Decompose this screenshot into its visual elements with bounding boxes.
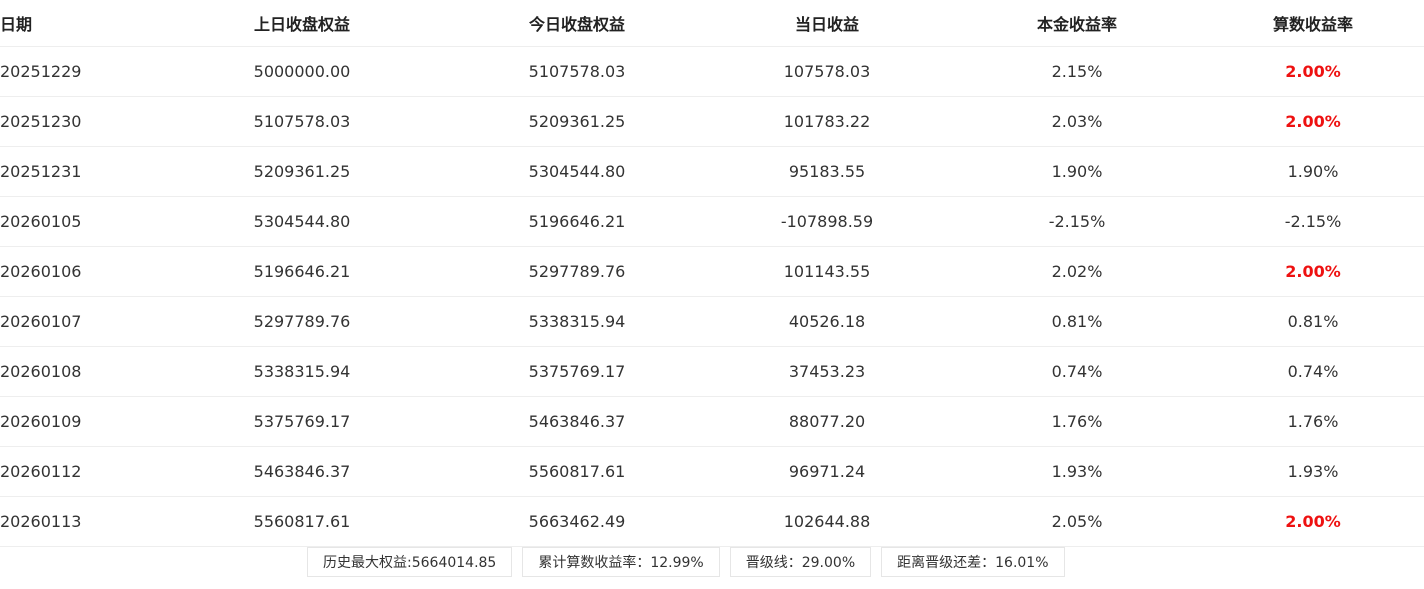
pnl-panel: 日期 上日收盘权益 今日收盘权益 当日收益 本金收益率 算数收益率 202512… [0, 0, 1424, 577]
cell-date: 20260109 [0, 396, 152, 447]
cell-count-rate: 1.76% [1202, 396, 1424, 447]
cell-daily-profit: 95183.55 [702, 146, 952, 197]
table-body: 20251229 5000000.00 5107578.03 107578.03 2.1… [0, 46, 1424, 547]
cell-principal-rate: 1.90% [952, 146, 1202, 197]
cell-daily-profit: 37453.23 [702, 346, 952, 397]
cell-principal-rate: 0.81% [952, 296, 1202, 347]
cell-count-rate: 2.00% [1202, 96, 1424, 147]
cell-principal-rate: 2.15% [952, 46, 1202, 97]
cell-count-rate: 0.81% [1202, 296, 1424, 347]
column-header-date: 日期 [0, 0, 152, 47]
table-header-row: 日期 上日收盘权益 今日收盘权益 当日收益 本金收益率 算数收益率 [0, 0, 1424, 47]
cell-prev-equity: 5463846.37 [152, 446, 452, 497]
table-row: 20260105 5304544.80 5196646.21 -107898.59 -2… [0, 196, 1424, 247]
cell-date: 20251230 [0, 96, 152, 147]
cell-today-equity: 5297789.76 [452, 246, 702, 297]
cell-principal-rate: 2.05% [952, 496, 1202, 547]
table-row: 20260112 5463846.37 5560817.61 96971.24 1.93… [0, 446, 1424, 497]
cell-count-rate: -2.15% [1202, 196, 1424, 247]
table-row: 20260108 5338315.94 5375769.17 37453.23 0.74… [0, 346, 1424, 397]
cell-count-rate: 2.00% [1202, 246, 1424, 297]
cell-daily-profit: 40526.18 [702, 296, 952, 347]
gap-to-promotion-chip: 距离晋级还差：16.01% [881, 547, 1065, 577]
cell-count-rate: 1.93% [1202, 446, 1424, 497]
cell-date: 20260106 [0, 246, 152, 297]
cell-today-equity: 5463846.37 [452, 396, 702, 447]
cell-prev-equity: 5338315.94 [152, 346, 452, 397]
cell-principal-rate: -2.15% [952, 196, 1202, 247]
column-header-count-rate: 算数收益率 [1202, 0, 1424, 47]
cell-principal-rate: 1.76% [952, 396, 1202, 447]
cell-today-equity: 5304544.80 [452, 146, 702, 197]
table-row: 20251230 5107578.03 5209361.25 101783.22 2.0… [0, 96, 1424, 147]
cell-today-equity: 5663462.49 [452, 496, 702, 547]
cell-daily-profit: 101783.22 [702, 96, 952, 147]
cell-prev-equity: 5209361.25 [152, 146, 452, 197]
cell-prev-equity: 5560817.61 [152, 496, 452, 547]
cell-daily-profit: 96971.24 [702, 446, 952, 497]
cell-daily-profit: 88077.20 [702, 396, 952, 447]
max-equity-chip: 历史最大权益:5664014.85 [307, 547, 513, 577]
cell-daily-profit: 107578.03 [702, 46, 952, 97]
daily-pnl-table: 日期 上日收盘权益 今日收盘权益 当日收益 本金收益率 算数收益率 202512… [0, 0, 1424, 547]
cell-principal-rate: 2.02% [952, 246, 1202, 297]
table-row: 20260107 5297789.76 5338315.94 40526.18 0.81… [0, 296, 1424, 347]
cell-date: 20260108 [0, 346, 152, 397]
cell-today-equity: 5107578.03 [452, 46, 702, 97]
cell-date: 20260113 [0, 496, 152, 547]
cell-principal-rate: 2.03% [952, 96, 1202, 147]
cell-prev-equity: 5107578.03 [152, 96, 452, 147]
column-header-today-equity: 今日收盘权益 [452, 0, 702, 47]
cell-today-equity: 5196646.21 [452, 196, 702, 247]
cell-principal-rate: 1.93% [952, 446, 1202, 497]
cumulative-rate-chip: 累计算数收益率：12.99% [522, 547, 720, 577]
cell-prev-equity: 5000000.00 [152, 46, 452, 97]
cell-daily-profit: 102644.88 [702, 496, 952, 547]
cell-today-equity: 5338315.94 [452, 296, 702, 347]
promotion-line-chip: 晋级线：29.00% [729, 547, 872, 577]
cell-today-equity: 5209361.25 [452, 96, 702, 147]
summary-bar: 历史最大权益:5664014.85 累计算数收益率：12.99% 晋级线：29.… [0, 547, 1424, 577]
table-row: 20260113 5560817.61 5663462.49 102644.88 2.0… [0, 496, 1424, 547]
cell-count-rate: 0.74% [1202, 346, 1424, 397]
cell-prev-equity: 5196646.21 [152, 246, 452, 297]
cell-prev-equity: 5375769.17 [152, 396, 452, 447]
table-row: 20251231 5209361.25 5304544.80 95183.55 1.90… [0, 146, 1424, 197]
cell-prev-equity: 5297789.76 [152, 296, 452, 347]
cell-date: 20260112 [0, 446, 152, 497]
table-row: 20260106 5196646.21 5297789.76 101143.55 2.0… [0, 246, 1424, 297]
cell-count-rate: 2.00% [1202, 46, 1424, 97]
cell-date: 20251231 [0, 146, 152, 197]
cell-date: 20251229 [0, 46, 152, 97]
cell-daily-profit: 101143.55 [702, 246, 952, 297]
cell-prev-equity: 5304544.80 [152, 196, 452, 247]
cell-daily-profit: -107898.59 [702, 196, 952, 247]
table-row: 20260109 5375769.17 5463846.37 88077.20 1.76… [0, 396, 1424, 447]
cell-count-rate: 2.00% [1202, 496, 1424, 547]
cell-today-equity: 5560817.61 [452, 446, 702, 497]
cell-principal-rate: 0.74% [952, 346, 1202, 397]
cell-date: 20260107 [0, 296, 152, 347]
cell-today-equity: 5375769.17 [452, 346, 702, 397]
table-row: 20251229 5000000.00 5107578.03 107578.03 2.1… [0, 46, 1424, 97]
column-header-principal-rate: 本金收益率 [952, 0, 1202, 47]
column-header-prev-equity: 上日收盘权益 [152, 0, 452, 47]
cell-date: 20260105 [0, 196, 152, 247]
cell-count-rate: 1.90% [1202, 146, 1424, 197]
column-header-daily-profit: 当日收益 [702, 0, 952, 47]
